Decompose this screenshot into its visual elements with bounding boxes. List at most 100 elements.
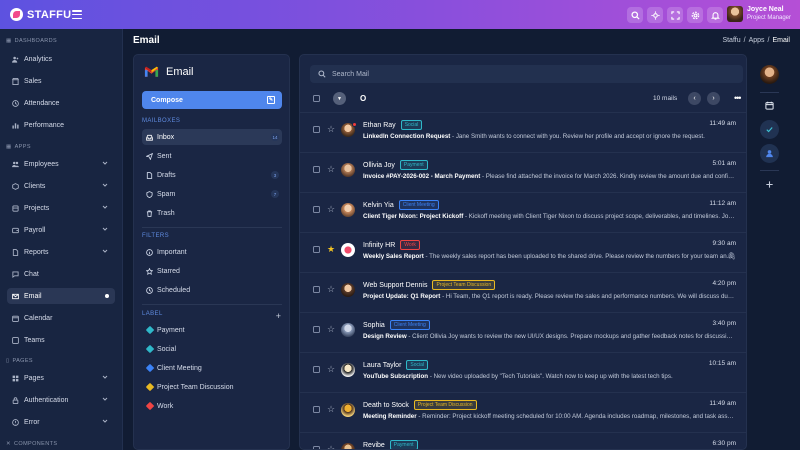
check-icon[interactable] [760, 120, 779, 139]
mail-summary: LinkedIn Connection Request - Jane Smith… [363, 133, 735, 140]
spam-icon [146, 190, 153, 198]
breadcrumb-apps[interactable]: Apps [749, 37, 765, 44]
mail-summary: Project Update: Q1 Report - Hi Team, the… [363, 293, 735, 300]
mail-checkbox[interactable] [313, 126, 320, 133]
label-social[interactable]: Social [142, 341, 282, 357]
calendar-icon[interactable] [760, 96, 779, 115]
label-work[interactable]: Work [142, 398, 282, 414]
sidebar-item-performance[interactable]: Performance [7, 117, 115, 133]
chevron-down-icon [102, 248, 108, 254]
right-rail [754, 54, 800, 450]
mail-row[interactable]: ☆ Kelvin Yia Client Meeting Client Tiger Ni… [300, 192, 746, 232]
prev-page-button[interactable]: ‹ [688, 92, 701, 105]
sidebar-item-payroll[interactable]: Payroll [7, 222, 115, 238]
chevron-right-icon: › [712, 95, 715, 102]
sidebar-item-employees[interactable]: Employees [7, 156, 115, 172]
mail-preview: - Reminder: Project kickoff meeting sche… [416, 413, 735, 420]
mail-checkbox[interactable] [313, 166, 320, 173]
mailbox-inbox[interactable]: Inbox 14 [142, 129, 282, 145]
more-options-icon[interactable]: ••• [734, 93, 742, 103]
sidebar-item-projects[interactable]: Projects [7, 200, 115, 216]
compose-button[interactable]: Compose ✎ [142, 91, 282, 109]
sidebar-item-calendar[interactable]: Calendar [7, 310, 115, 326]
mail-row[interactable]: ☆ Death to Stock Project Team Discussion Me… [300, 392, 746, 432]
sidebar-item-clients[interactable]: Clients [7, 178, 115, 194]
sender-avatar [341, 122, 357, 137]
select-all-checkbox[interactable] [313, 95, 320, 102]
search-icon[interactable] [627, 7, 643, 23]
star-icon[interactable]: ☆ [327, 204, 335, 215]
star-icon[interactable]: ☆ [327, 404, 335, 415]
user-icon[interactable] [760, 144, 779, 163]
top-bar: STAFFU Joyce Neal Project Manager [0, 0, 800, 29]
sender-name: Ollivia Joy [363, 161, 395, 169]
mail-checkbox[interactable] [313, 326, 320, 333]
calendar-icon [12, 315, 19, 322]
sender-avatar [341, 203, 355, 217]
sidebar-item-teams[interactable]: Teams [7, 332, 115, 348]
sidebar-item-analytics[interactable]: Analytics [7, 51, 115, 67]
star-icon[interactable]: ☆ [327, 324, 335, 335]
sidebar-item-email[interactable]: Email [7, 288, 115, 304]
star-icon[interactable]: ☆ [327, 444, 335, 449]
mailbox-trash[interactable]: Trash [142, 205, 282, 221]
gear-icon[interactable] [687, 7, 703, 23]
star-icon[interactable]: ☆ [327, 164, 335, 175]
sidebar-item-sales[interactable]: Sales [7, 73, 115, 89]
mail-row[interactable]: ☆ Ethan Ray Social LinkedIn Connection Requ… [300, 112, 746, 152]
avatar[interactable] [727, 6, 743, 22]
mail-checkbox[interactable] [313, 246, 320, 253]
plus-icon[interactable] [760, 175, 779, 194]
attachment-icon: 🖇 [727, 253, 736, 260]
mail-checkbox[interactable] [313, 446, 320, 449]
mail-row[interactable]: ☆ Web Support Dennis Project Team Discussi… [300, 272, 746, 312]
sidebar-item-error[interactable]: Error [7, 414, 115, 430]
avatar[interactable] [760, 65, 779, 84]
mailbox-drafts[interactable]: Drafts 3 [142, 167, 282, 183]
star-icon[interactable]: ☆ [327, 364, 335, 375]
star-icon[interactable]: ☆ [327, 124, 335, 135]
star-icon[interactable]: ★ [327, 244, 335, 255]
chevron-down-icon [102, 396, 108, 402]
fullscreen-icon[interactable] [667, 7, 683, 23]
mail-row[interactable]: ☆ Ollivia Joy Payment Invoice #PAY-2026-002… [300, 152, 746, 192]
breadcrumb-staffu[interactable]: Staffu [722, 37, 740, 44]
filter-starred[interactable]: Starred [142, 263, 282, 279]
mail-checkbox[interactable] [313, 286, 320, 293]
search-input[interactable]: Search Mail [310, 65, 743, 83]
mailbox-spam[interactable]: Spam 7 [142, 186, 282, 202]
sidebar-item-pages[interactable]: Pages [7, 370, 115, 386]
mail-checkbox[interactable] [313, 366, 320, 373]
mail-row[interactable]: ★ Infinity HR Work Weekly Sales Report - Th… [300, 232, 746, 272]
mail-row[interactable]: ☆ Sophia Client Meeting Design Review - Cli… [300, 312, 746, 352]
star-icon[interactable]: ☆ [327, 284, 335, 295]
people-icon [12, 161, 19, 168]
menu-toggle-icon[interactable] [72, 10, 82, 19]
chevron-down-icon: ▼ [337, 95, 342, 102]
refresh-button[interactable]: O [360, 94, 366, 103]
add-label-button[interactable]: + [276, 311, 281, 321]
label-client-meeting[interactable]: Client Meeting [142, 360, 282, 376]
sidebar-item-reports[interactable]: Reports [7, 244, 115, 260]
label-project-team-discussion[interactable]: Project Team Discussion [142, 379, 282, 395]
select-dropdown-button[interactable]: ▼ [333, 92, 346, 105]
chevron-left-icon: ‹ [693, 95, 696, 102]
mail-checkbox[interactable] [313, 406, 320, 413]
mail-row[interactable]: ☆ Revibe Payment 6:30 pm [300, 432, 746, 449]
next-page-button[interactable]: › [707, 92, 720, 105]
sidebar-item-chat[interactable]: Chat [7, 266, 115, 282]
mail-summary: Invoice #PAY-2026-002 - March Payment - … [363, 173, 735, 180]
mail-checkbox[interactable] [313, 206, 320, 213]
brand-logo[interactable]: STAFFU [10, 8, 71, 21]
filter-important[interactable]: Important [142, 244, 282, 260]
sidebar-item-authentication[interactable]: Authentication [7, 392, 115, 408]
bell-icon[interactable] [707, 7, 723, 23]
mailbox-sent[interactable]: Sent [142, 148, 282, 164]
sender-name: Sophia [363, 321, 385, 329]
moon-icon[interactable] [647, 7, 663, 23]
mail-row[interactable]: ☆ Laura Taylor Social YouTube Subscription … [300, 352, 746, 392]
label-payment[interactable]: Payment [142, 322, 282, 338]
sidebar-item-attendance[interactable]: Attendance [7, 95, 115, 111]
components-icon: ✕ [6, 441, 12, 447]
filter-scheduled[interactable]: Scheduled [142, 282, 282, 298]
